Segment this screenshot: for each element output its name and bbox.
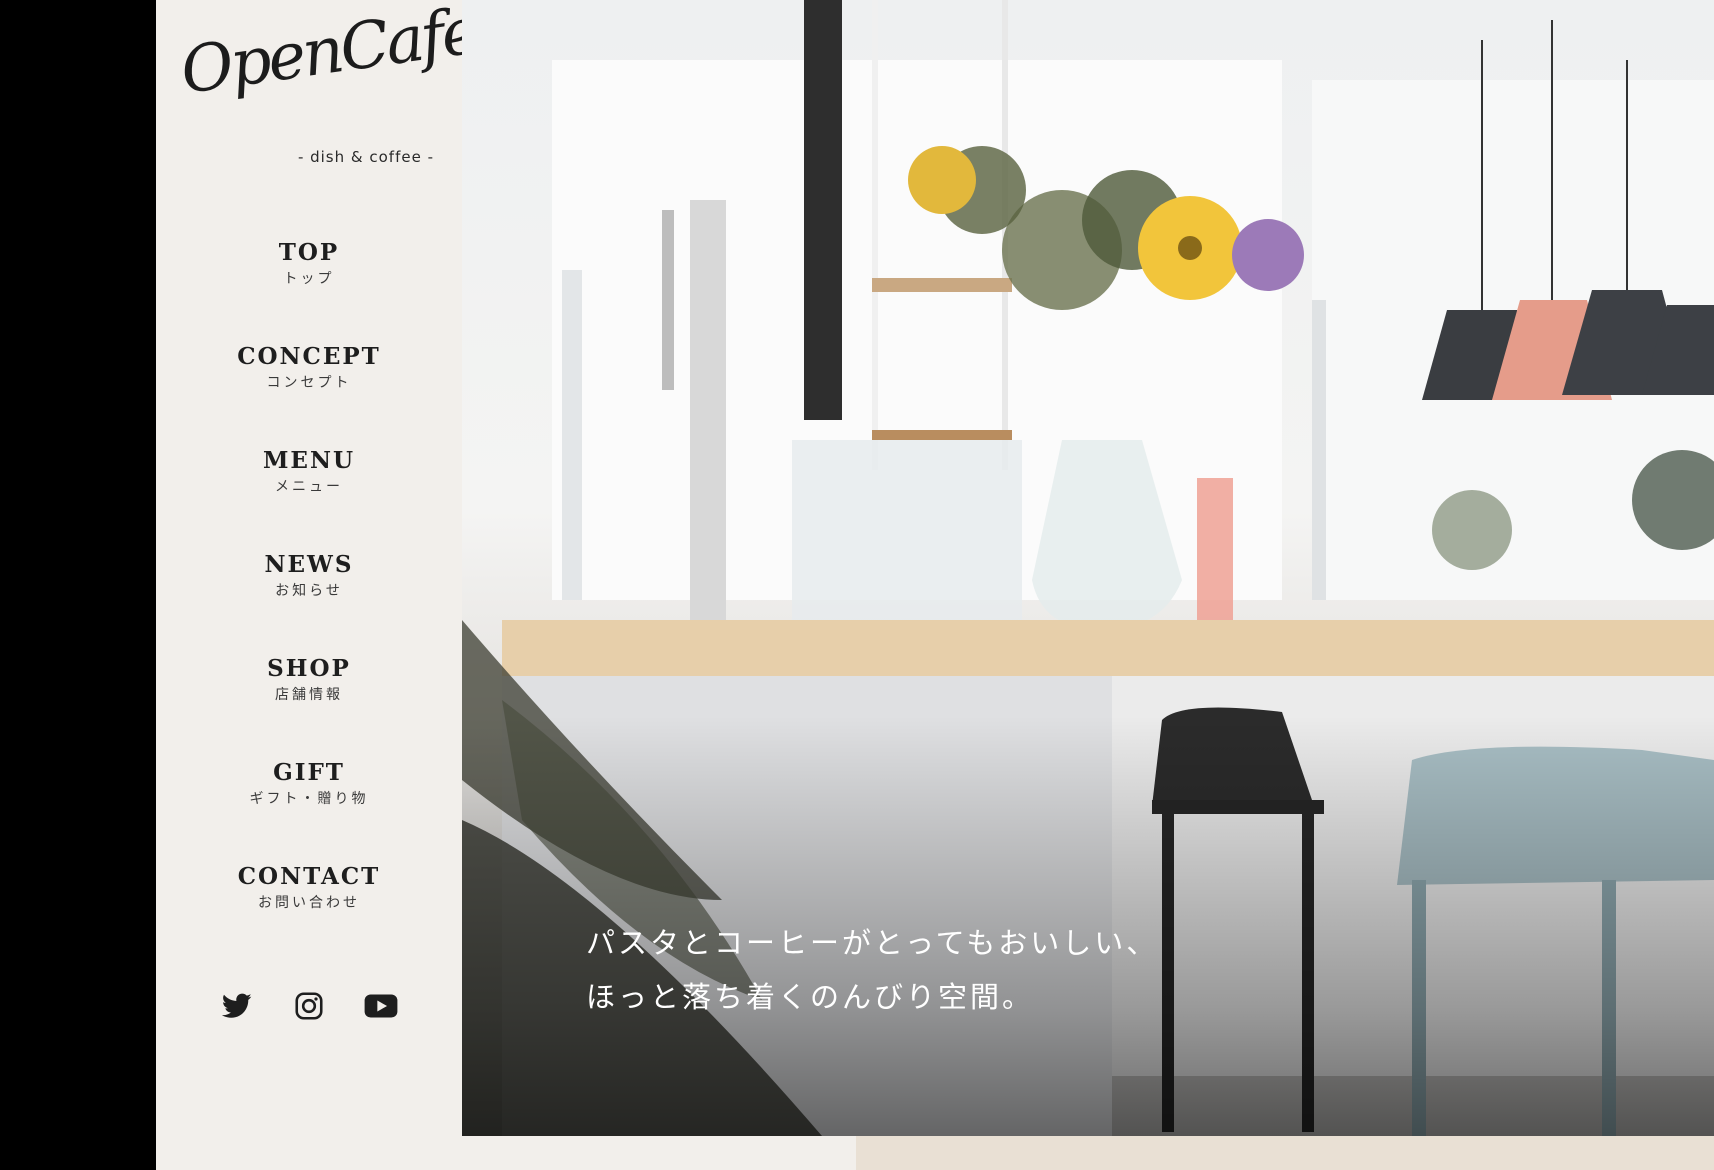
- nav-label-ja: お問い合わせ: [258, 895, 360, 911]
- nav-label-en: SHOP: [267, 655, 351, 682]
- logo-tagline: - dish & coffee -: [297, 148, 434, 166]
- nav-label-en: TOP: [278, 239, 340, 266]
- youtube-icon[interactable]: [364, 989, 398, 1023]
- social-links: [156, 988, 462, 1024]
- nav-item-shop[interactable]: SHOP 店舗情報: [156, 654, 462, 758]
- nav-item-news[interactable]: NEWS お知らせ: [156, 550, 462, 654]
- page-left-margin: [0, 0, 156, 1170]
- nav-label-ja: ギフト・贈り物: [249, 791, 369, 807]
- catch-line-2: ほっと落ち着くのんびり空間。: [586, 980, 1035, 1014]
- nav-label-en: CONCEPT: [237, 343, 381, 370]
- hero-catchphrase: パスタとコーヒーがとってもおいしい、 ほっと落ち着くのんびり空間。: [586, 916, 1158, 1024]
- nav-label-ja: コンセプト: [266, 375, 352, 391]
- nav-label-en: GIFT: [273, 759, 345, 786]
- nav-label-ja: トップ: [283, 271, 335, 287]
- sidebar: OpenCafe - dish & coffee - TOP トップ CONCE…: [156, 0, 481, 1170]
- logo[interactable]: OpenCafe - dish & coffee -: [176, 0, 481, 180]
- nav-item-top[interactable]: TOP トップ: [156, 238, 462, 342]
- nav-item-contact[interactable]: CONTACT お問い合わせ: [156, 862, 462, 966]
- nav-label-en: CONTACT: [237, 863, 381, 890]
- twitter-icon[interactable]: [220, 989, 254, 1023]
- nav-item-menu[interactable]: MENU メニュー: [156, 446, 462, 550]
- nav-label-en: MENU: [262, 447, 356, 474]
- nav-label-ja: お知らせ: [275, 583, 343, 599]
- nav-item-concept[interactable]: CONCEPT コンセプト: [156, 342, 462, 446]
- bottom-strip-right: [856, 1136, 1714, 1170]
- nav-label-ja: 店舗情報: [275, 687, 343, 703]
- bottom-strip-left: [156, 1136, 856, 1170]
- global-nav: TOP トップ CONCEPT コンセプト MENU メニュー NEWS お知ら…: [156, 238, 462, 966]
- hero-image: パスタとコーヒーがとってもおいしい、 ほっと落ち着くのんびり空間。: [462, 0, 1714, 1136]
- logo-script: OpenCafe: [176, 0, 482, 109]
- nav-item-gift[interactable]: GIFT ギフト・贈り物: [156, 758, 462, 862]
- nav-label-en: NEWS: [264, 551, 354, 578]
- catch-line-1: パスタとコーヒーがとってもおいしい、: [586, 926, 1159, 960]
- instagram-icon[interactable]: [292, 989, 326, 1023]
- nav-label-ja: メニュー: [275, 479, 343, 495]
